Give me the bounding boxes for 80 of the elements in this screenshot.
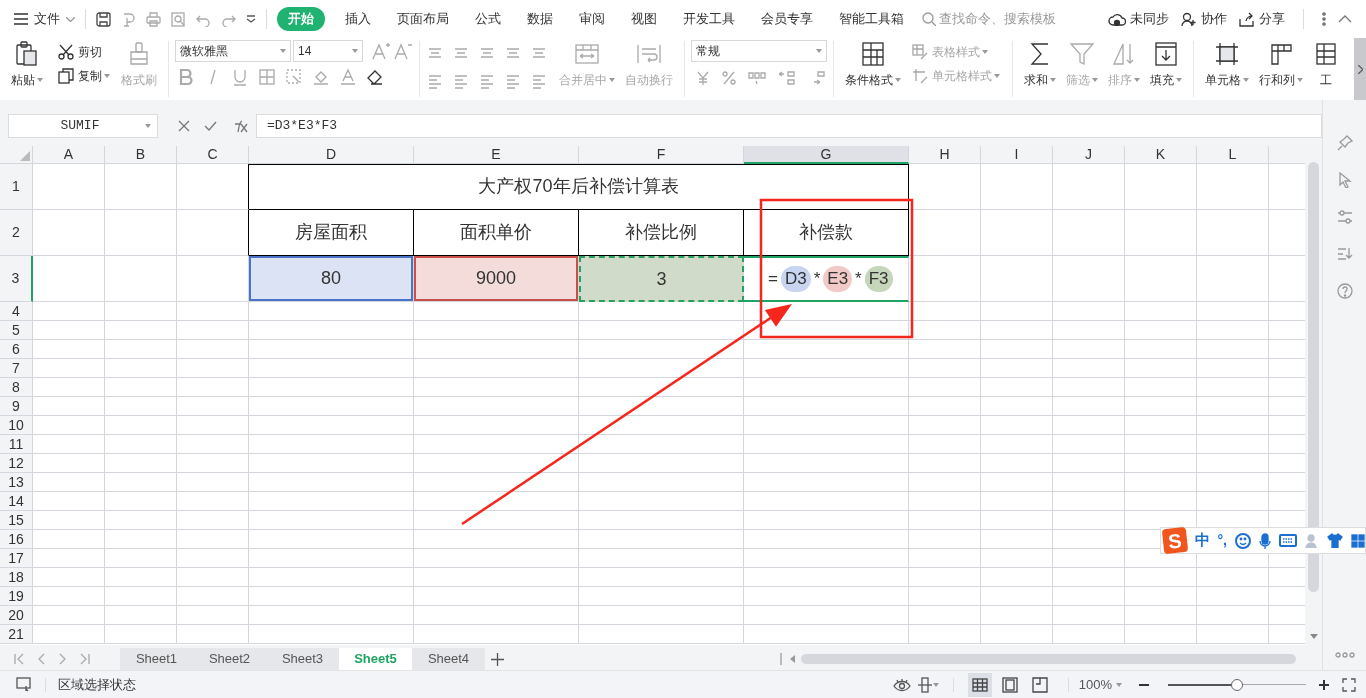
ribbon-tab[interactable]: 智能工具箱 [833,7,910,31]
column-header[interactable]: L [1197,146,1269,164]
cut-button[interactable]: 剪切 [58,40,110,64]
row-header[interactable]: 1 [0,164,33,210]
sum-button[interactable]: 求和 [1019,38,1061,89]
column-header[interactable]: E [414,146,579,164]
sync-button[interactable]: 未同步 [1108,9,1169,29]
column-header[interactable]: F [579,146,744,164]
conditional-format-button[interactable]: 条件格式 [840,38,906,89]
table-title: 大产权70年后补偿计算表 [249,164,909,210]
row-header[interactable]: 4 [0,302,33,321]
row-header[interactable]: 20 [0,606,33,625]
sheet-tab[interactable]: Sheet3 [266,648,339,670]
table-cell: 3 [579,256,744,302]
fill-button[interactable]: 填充 [1145,38,1187,89]
ribbon-tab[interactable]: 开发工具 [677,7,741,31]
share-button[interactable]: 分享 [1239,9,1285,29]
table-cell: 80 [249,256,414,302]
row-header[interactable]: 15 [0,511,33,530]
row-header[interactable]: 5 [0,321,33,340]
paste-button[interactable]: 粘贴 [6,38,48,89]
number-format-field[interactable]: 常规 [691,40,827,62]
row-header[interactable]: 7 [0,359,33,378]
row-header[interactable]: 8 [0,378,33,397]
font-size-field[interactable]: 14 [293,40,363,62]
column-header[interactable]: A [33,146,105,164]
cells-button[interactable]: 单元格 [1200,38,1254,89]
ribbon-tab[interactable]: 公式 [469,7,507,31]
copy-button[interactable]: 复制 [58,64,110,88]
sheet-tab[interactable]: Sheet2 [193,648,266,670]
ribbon-tab[interactable]: 审阅 [573,7,611,31]
status-text: 区域选择状态 [58,675,136,694]
operator: * [813,268,821,291]
formula-field[interactable]: =D3*E3*F3 [255,113,1322,138]
cell-reference: F3 [864,266,893,292]
sheet-tab[interactable]: Sheet1 [120,648,193,670]
row-header[interactable]: 19 [0,587,33,606]
ime-punctuation-toggle[interactable]: °, [1217,530,1227,551]
column-header[interactable]: K [1125,146,1197,164]
row-header[interactable]: 3 [0,256,33,302]
ribbon-tab[interactable]: 页面布局 [391,7,455,31]
row-header[interactable]: 2 [0,210,33,256]
row-header[interactable]: 21 [0,625,33,644]
row-header[interactable]: 10 [0,416,33,435]
column-header[interactable]: G [744,146,909,164]
ribbon-tab[interactable]: 数据 [521,7,559,31]
row-header[interactable]: 11 [0,435,33,454]
sheet-tab[interactable]: Sheet4 [412,648,485,670]
cell-reference: E3 [823,266,853,292]
collaborate-button[interactable]: 协作 [1181,9,1227,29]
column-header[interactable]: C [177,146,249,164]
row-header[interactable]: 9 [0,397,33,416]
column-header[interactable]: I [981,146,1053,164]
operator: * [855,268,862,291]
operator: = [768,268,778,291]
row-header[interactable]: 12 [0,454,33,473]
worksheet-button[interactable]: 工 [1308,38,1344,89]
cell-reference: D3 [780,266,811,292]
file-menu[interactable]: 文件 [14,9,75,29]
column-header[interactable]: J [1053,146,1125,164]
ribbon-tab[interactable]: 视图 [625,7,663,31]
row-header[interactable]: 18 [0,568,33,587]
font-field[interactable]: 微软雅黑 [175,40,291,62]
rows-columns-button[interactable]: 行和列 [1254,38,1308,89]
search-field[interactable]: 查找命令、搜索模板 [922,9,1079,29]
ribbon-tab[interactable]: 插入 [339,7,377,31]
column-header[interactable]: B [105,146,177,164]
row-header[interactable]: 16 [0,530,33,549]
column-header[interactable]: D [249,146,414,164]
row-header[interactable]: 14 [0,492,33,511]
table-cell: 9000 [414,256,579,302]
ime-language-toggle[interactable]: 中 [1194,529,1210,552]
zoom-dropdown[interactable]: 100% [1078,674,1122,695]
row-header[interactable]: 17 [0,549,33,568]
ribbon-tab[interactable]: 会员专享 [755,7,819,31]
row-header[interactable]: 13 [0,473,33,492]
column-heading: 补偿款 [744,210,909,256]
row-header[interactable]: 6 [0,340,33,359]
name-box[interactable]: SUMIF [8,113,158,138]
column-header[interactable]: H [909,146,981,164]
